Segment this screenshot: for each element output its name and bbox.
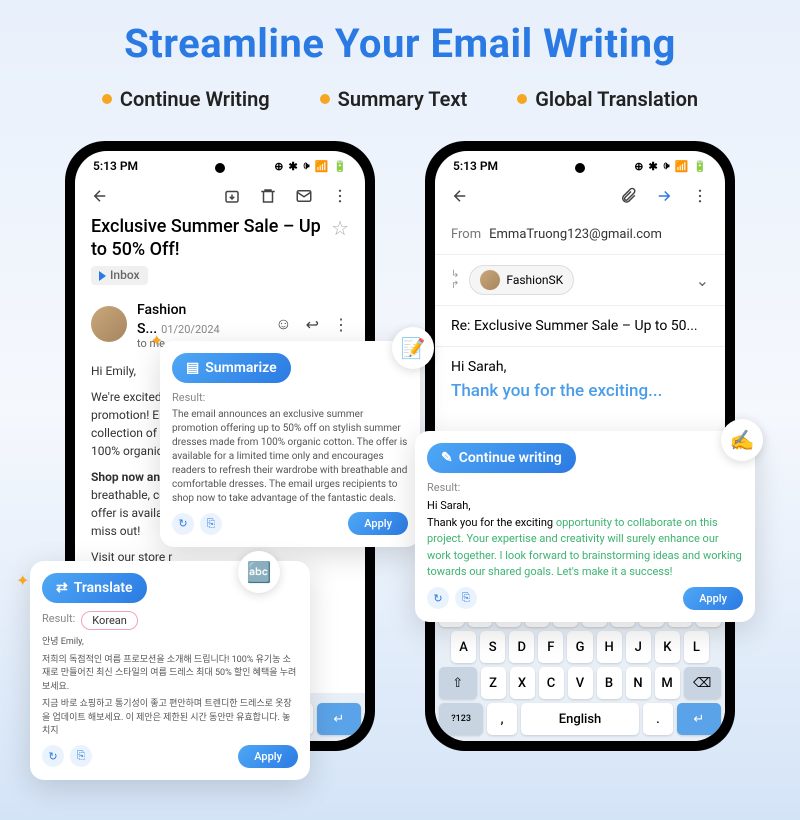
headline: Streamline Your Email Writing xyxy=(0,20,800,67)
key-s[interactable]: S xyxy=(480,631,505,663)
dot-icon xyxy=(320,94,330,104)
compose-toolbar xyxy=(435,177,725,215)
translate-badge-icon: 🔤 xyxy=(238,551,280,593)
continue-result: Hi Sarah, Thank you for the exciting opp… xyxy=(427,498,743,581)
key-space[interactable]: English xyxy=(521,703,639,735)
to-chip[interactable]: FashionSK xyxy=(469,265,574,295)
retry-icon[interactable]: ↻ xyxy=(427,587,449,609)
status-icons: ⊕✱🕩📶🔋 xyxy=(634,159,707,173)
mail-icon[interactable] xyxy=(295,187,313,205)
inbox-chip[interactable]: Inbox xyxy=(91,266,148,286)
key-enter[interactable]: ↵ xyxy=(317,703,361,735)
translate-button[interactable]: ⇄ Translate xyxy=(42,573,147,603)
compose-body[interactable]: Hi Sarah, Thank you for the exciting... xyxy=(435,347,725,413)
avatar[interactable] xyxy=(91,306,127,342)
key-n[interactable]: N xyxy=(626,667,651,699)
apply-button[interactable]: Apply xyxy=(238,745,298,768)
apply-button[interactable]: Apply xyxy=(348,512,408,535)
result-label: Result: xyxy=(42,612,75,625)
summarize-result: The email announces an exclusive summer … xyxy=(172,408,408,506)
translate-card: ✦ 🔤 ⇄ Translate Result: Korean 안녕 Emily,… xyxy=(30,561,310,780)
key-m[interactable]: M xyxy=(655,667,680,699)
kb-row-2: A S D F G H J K L xyxy=(439,631,721,663)
key-enter[interactable]: ↵ xyxy=(677,703,721,735)
send-icon[interactable] xyxy=(655,187,673,205)
notes-icon: 📝 xyxy=(392,327,434,369)
key-h[interactable]: H xyxy=(597,631,622,663)
attach-icon[interactable] xyxy=(619,187,637,205)
kb-row-3: ⇧ Z X C V B N M ⌫ xyxy=(439,667,721,699)
key-f[interactable]: F xyxy=(538,631,563,663)
key-k[interactable]: K xyxy=(655,631,680,663)
apply-button[interactable]: Apply xyxy=(683,587,743,610)
globe-icon: ⇄ xyxy=(56,580,68,596)
language-chip[interactable]: Korean xyxy=(81,611,138,630)
copy-icon[interactable]: ⎘ xyxy=(455,587,477,609)
more-icon[interactable] xyxy=(331,187,349,205)
sparkle-icon: ✦ xyxy=(16,571,29,590)
archive-icon[interactable] xyxy=(223,187,241,205)
result-label: Result: xyxy=(172,391,408,404)
key-j[interactable]: J xyxy=(626,631,651,663)
key-d[interactable]: D xyxy=(509,631,534,663)
key-comma[interactable]: , xyxy=(487,703,517,735)
key-period[interactable]: . xyxy=(643,703,673,735)
summarize-card: ✦ 📝 ▤ Summarize Result: The email announ… xyxy=(160,341,420,547)
status-time: 5:13 PM xyxy=(93,159,138,173)
email-subject: Exclusive Summer Sale – Up to 50% Off! ☆… xyxy=(75,215,365,287)
back-icon[interactable] xyxy=(451,187,469,205)
delete-icon[interactable] xyxy=(259,187,277,205)
reply-icon[interactable]: ↩ xyxy=(306,314,319,334)
key-c[interactable]: C xyxy=(539,667,564,699)
dot-icon xyxy=(102,94,112,104)
key-x[interactable]: X xyxy=(510,667,535,699)
status-icons: ⊕✱🕩📶🔋 xyxy=(274,159,347,173)
camera-notch xyxy=(575,163,585,173)
star-icon[interactable]: ☆ xyxy=(331,215,349,241)
copy-icon[interactable]: ⎘ xyxy=(70,745,92,767)
expand-icon[interactable]: ⌄ xyxy=(696,271,709,290)
more-icon[interactable]: ⋮ xyxy=(333,314,349,334)
pen-icon: ✍️ xyxy=(721,419,763,461)
avatar xyxy=(480,270,500,290)
translate-result: 안녕 Emily, 저희의 독점적인 여름 프로모션을 소개해 드립니다! 10… xyxy=(42,636,298,739)
key-num[interactable]: ?123 xyxy=(439,703,483,735)
emoji-icon[interactable]: ☺ xyxy=(275,314,291,334)
key-a[interactable]: A xyxy=(451,631,476,663)
sparkle-icon: ✦ xyxy=(150,331,163,350)
more-icon[interactable] xyxy=(691,187,709,205)
key-v[interactable]: V xyxy=(568,667,593,699)
key-g[interactable]: G xyxy=(567,631,592,663)
key-shift[interactable]: ⇧ xyxy=(439,667,477,699)
key-z[interactable]: Z xyxy=(481,667,506,699)
email-toolbar xyxy=(75,177,365,215)
feature-summary: Summary Text xyxy=(320,87,468,111)
key-l[interactable]: L xyxy=(684,631,709,663)
suggestion-text: Thank you for the exciting... xyxy=(451,381,709,401)
feature-translate: Global Translation xyxy=(517,87,698,111)
doc-icon: ▤ xyxy=(186,360,199,376)
copy-icon[interactable]: ⎘ xyxy=(200,513,222,535)
arrows-icon[interactable]: ↳↱ xyxy=(451,269,459,291)
sender-date: 01/20/2024 xyxy=(161,323,220,336)
pencil-icon: ✎ xyxy=(441,450,453,466)
continue-card: ✍️ ✎ Continue writing Result: Hi Sarah, … xyxy=(415,431,755,622)
key-backspace[interactable]: ⌫ xyxy=(684,667,722,699)
subject-row[interactable]: Re: Exclusive Summer Sale – Up to 50... xyxy=(435,306,725,347)
feature-continue: Continue Writing xyxy=(102,87,270,111)
to-row[interactable]: ↳↱ FashionSK ⌄ xyxy=(435,255,725,306)
summarize-button[interactable]: ▤ Summarize xyxy=(172,353,291,383)
key-b[interactable]: B xyxy=(597,667,622,699)
retry-icon[interactable]: ↻ xyxy=(42,745,64,767)
features-row: Continue Writing Summary Text Global Tra… xyxy=(0,87,800,111)
continue-button[interactable]: ✎ Continue writing xyxy=(427,443,576,473)
back-icon[interactable] xyxy=(91,187,109,205)
dot-icon xyxy=(517,94,527,104)
kb-row-4: ?123 , English . ↵ xyxy=(439,703,721,735)
from-row[interactable]: FromEmmaTruong123@gmail.com xyxy=(435,215,725,255)
result-label: Result: xyxy=(427,481,743,494)
camera-notch xyxy=(215,163,225,173)
status-time: 5:13 PM xyxy=(453,159,498,173)
retry-icon[interactable]: ↻ xyxy=(172,513,194,535)
